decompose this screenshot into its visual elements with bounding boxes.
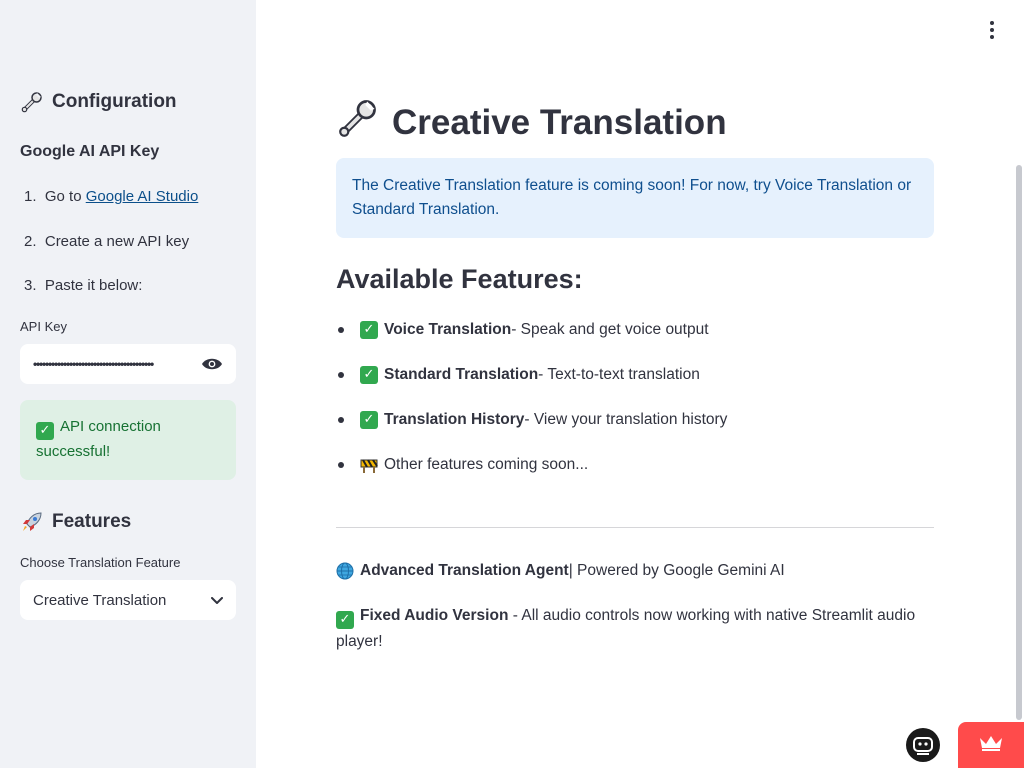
api-key-value[interactable]: •••••••••••••••••••••••••••••••••••••••• — [33, 357, 190, 371]
features-heading: Features — [20, 510, 131, 534]
chevron-down-icon — [211, 592, 223, 609]
streamlit-badge-button[interactable] — [958, 722, 1024, 768]
info-alert: The Creative Translation feature is comi… — [336, 158, 934, 238]
api-key-heading: Google AI API Key — [20, 143, 160, 160]
check-icon: ✓ — [36, 422, 54, 440]
list-item: Other features coming soon... — [336, 456, 588, 474]
wrench-icon — [336, 96, 380, 149]
google-ai-studio-link[interactable]: Google AI Studio — [86, 188, 199, 205]
api-key-label: API Key — [20, 319, 67, 334]
sidebar: Configuration Google AI API Key 1. Go to… — [0, 0, 256, 768]
construction-icon — [360, 456, 378, 474]
fixed-audio-note: ✓ Fixed Audio Version - All audio control… — [336, 607, 916, 650]
step-3: 3. Paste it below: — [24, 277, 143, 294]
globe-icon — [336, 562, 354, 580]
crown-icon — [978, 734, 1004, 757]
agent-info: Advanced Translation Agent | Powered by … — [336, 562, 785, 580]
api-key-input[interactable]: •••••••••••••••••••••••••••••••••••••••• — [20, 344, 236, 384]
check-icon: ✓ — [336, 611, 354, 629]
list-item: ✓ Standard Translation - Text-to-text tr… — [336, 366, 700, 384]
main-menu-icon[interactable] — [982, 20, 1002, 40]
page-title: Creative Translation — [336, 96, 727, 149]
list-item: ✓ Translation History - View your transl… — [336, 411, 727, 429]
check-icon: ✓ — [360, 411, 378, 429]
feature-select[interactable]: Creative Translation — [20, 580, 236, 620]
step-1: 1. Go to Google AI Studio — [24, 188, 199, 205]
check-icon: ✓ — [360, 366, 378, 384]
rocket-icon — [20, 510, 44, 534]
bot-avatar-icon[interactable] — [906, 728, 940, 762]
feature-select-label: Choose Translation Feature — [20, 555, 181, 570]
divider — [336, 527, 934, 528]
check-icon: ✓ — [360, 321, 378, 339]
configuration-heading: Configuration — [20, 90, 177, 114]
step-2: 2. Create a new API key — [24, 233, 190, 250]
scrollbar[interactable] — [1016, 165, 1022, 720]
main-content: Creative Translation The Creative Transl… — [256, 0, 1024, 768]
list-item: ✓ Voice Translation - Speak and get voic… — [336, 321, 709, 339]
available-features-heading: Available Features: — [336, 264, 583, 294]
api-success-alert: ✓ API connection successful! — [20, 400, 236, 480]
eye-icon[interactable] — [200, 352, 224, 376]
wrench-icon — [20, 90, 44, 114]
